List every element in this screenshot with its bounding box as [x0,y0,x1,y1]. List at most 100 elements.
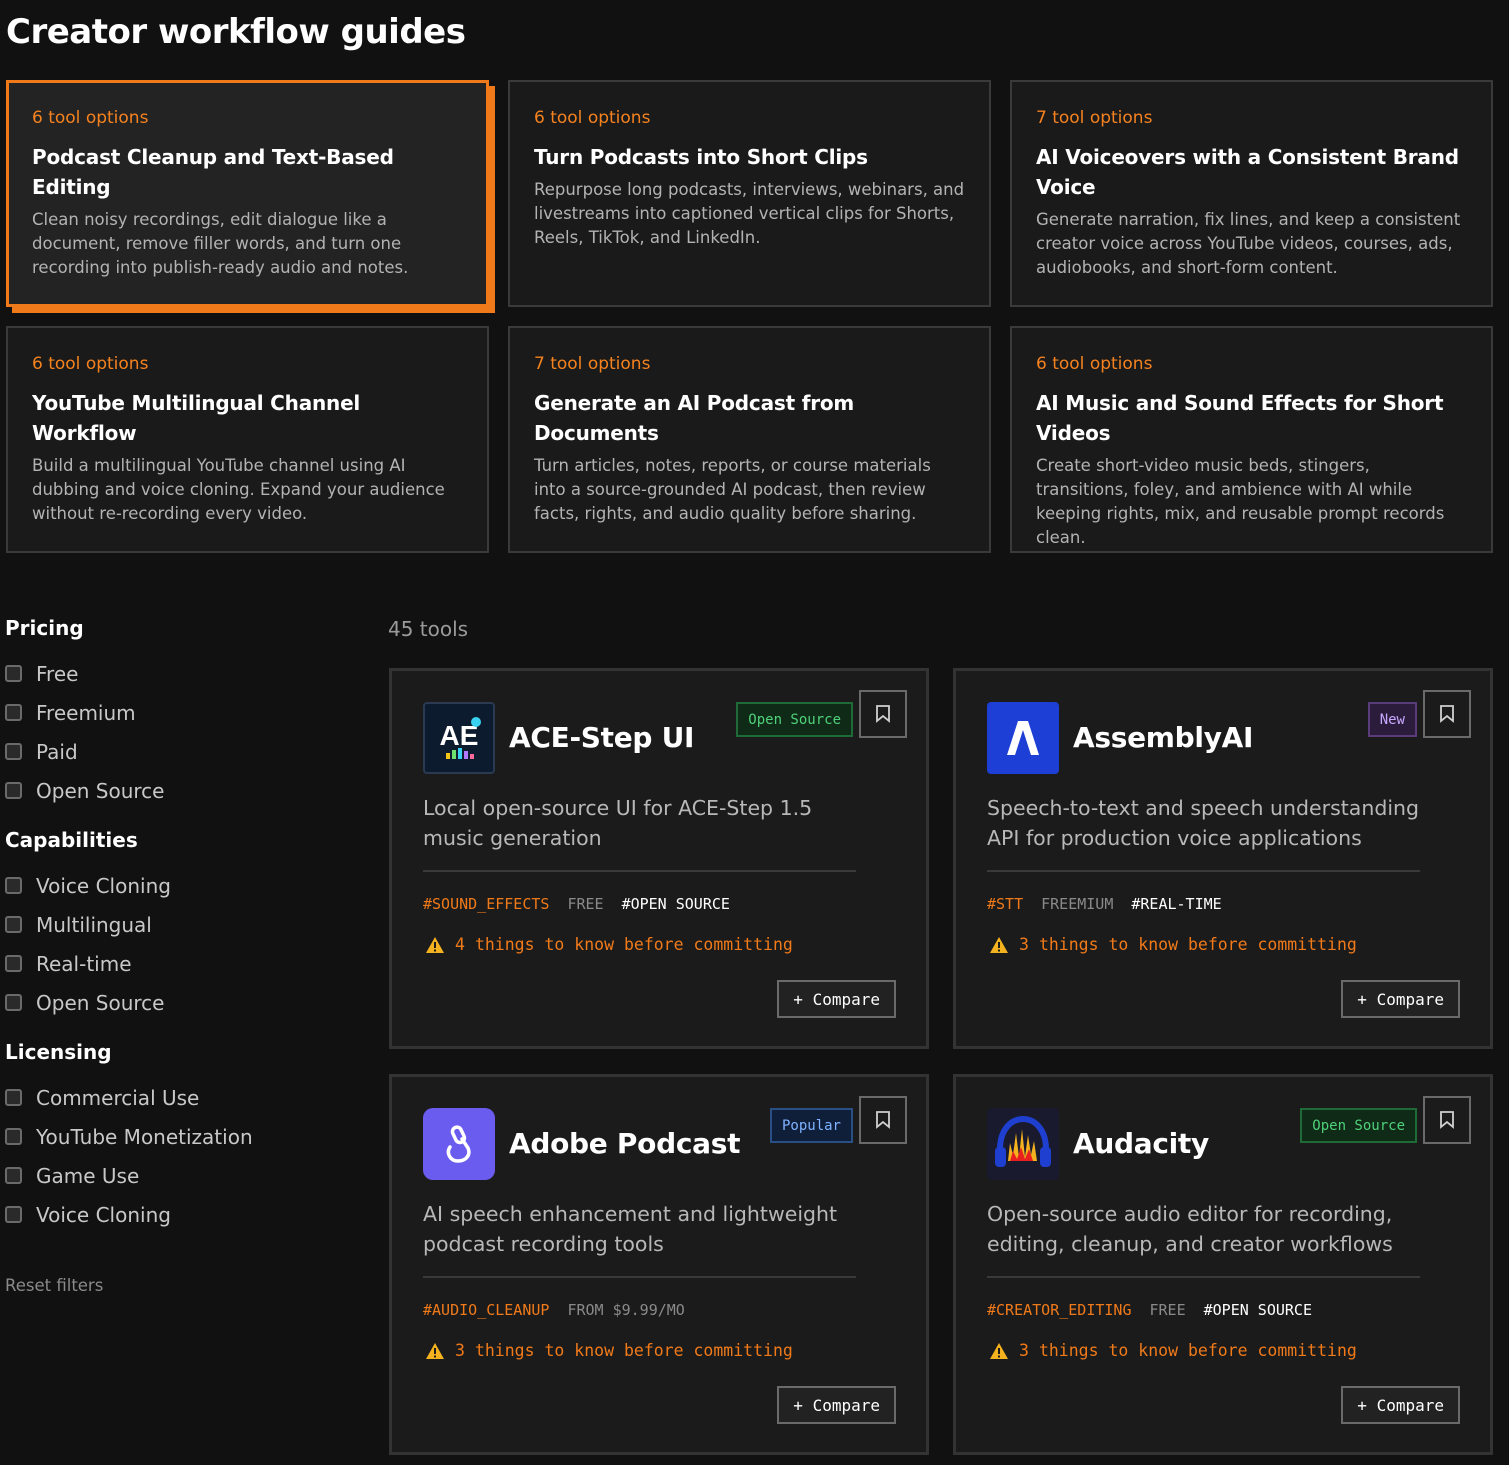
guide-title: YouTube Multilingual Channel Workflow [32,391,361,445]
guide-tool-count: 6 tool options [534,108,651,128]
tag-category[interactable]: #STT [987,895,1023,913]
audacity-logo-icon [987,1108,1059,1180]
compare-button[interactable]: + Compare [777,1386,896,1424]
bookmark-button[interactable] [1423,1096,1471,1144]
bookmark-icon [1440,1111,1454,1129]
filter-label: Open Source [36,778,165,803]
warning-count: 3 [455,1341,465,1360]
filter-option-free[interactable]: Free [5,654,365,693]
filter-option-commercial-use[interactable]: Commercial Use [5,1078,365,1117]
warning-icon [426,1342,444,1359]
reset-filters-link[interactable]: Reset filters [5,1276,103,1295]
checkbox[interactable] [5,665,22,682]
warning-link[interactable]: 3 things to know before committing [989,935,1357,954]
bookmark-icon [1440,705,1454,723]
guide-tool-count: 6 tool options [32,354,149,374]
checkbox[interactable] [5,994,22,1011]
guide-description: Turn articles, notes, reports, or course… [534,456,931,523]
compare-button[interactable]: + Compare [1341,1386,1460,1424]
filter-option-real-time[interactable]: Real-time [5,944,365,983]
divider [987,1276,1420,1278]
tag-category[interactable]: #CREATOR_EDITING [987,1301,1132,1319]
filter-option-paid[interactable]: Paid [5,732,365,771]
checkbox[interactable] [5,743,22,760]
warning-link[interactable]: 3 things to know before committing [425,1341,793,1360]
tool-card-audacity[interactable]: Audacity Open Source Open-source audio e… [953,1074,1493,1455]
tag-feature[interactable]: #REAL-TIME [1131,895,1221,913]
guide-card-ai-music-sfx[interactable]: 6 tool options AI Music and Sound Effect… [1010,326,1493,553]
checkbox[interactable] [5,955,22,972]
guide-card-youtube-multilingual[interactable]: 6 tool options YouTube Multilingual Chan… [6,326,489,553]
guide-card-ai-podcast-documents[interactable]: 7 tool options Generate an AI Podcast fr… [508,326,991,553]
filter-label: Real-time [36,951,132,976]
tool-card-adobe-podcast[interactable]: Adobe Podcast Popular AI speech enhancem… [389,1074,929,1455]
tool-card-ace-step[interactable]: AE ACE-Step UI Open Source Local open-so… [389,668,929,1049]
assemblyai-logo-icon [987,702,1059,774]
adobe-podcast-logo-icon [446,1125,471,1163]
tag-feature[interactable]: #OPEN SOURCE [622,895,730,913]
warning-text: things to know before committing [474,1341,793,1360]
bookmark-button[interactable] [1423,690,1471,738]
filter-option-open-source[interactable]: Open Source [5,771,365,810]
filter-option-voice-cloning[interactable]: Voice Cloning [5,866,365,905]
filter-option-game-use[interactable]: Game Use [5,1156,365,1195]
bookmark-button[interactable] [859,1096,907,1144]
tag-price: FREE [567,895,604,913]
filter-group-pricing: Pricing Free Freemium Paid Open Source [5,616,365,810]
page-title: Creator workflow guides [6,12,466,52]
compare-button[interactable]: + Compare [777,980,896,1018]
tag-feature[interactable]: #OPEN SOURCE [1204,1301,1312,1319]
open-source-badge: Open Source [736,702,853,737]
divider [423,870,856,872]
filter-heading: Capabilities [5,828,138,852]
warning-icon [990,1342,1008,1359]
filter-option-youtube-monetization[interactable]: YouTube Monetization [5,1117,365,1156]
checkbox[interactable] [5,1206,22,1223]
warning-icon [426,936,444,953]
guide-title: Turn Podcasts into Short Clips [534,145,868,169]
warning-count: 3 [1019,935,1029,954]
tools-grid: AE ACE-Step UI Open Source Local open-so… [389,668,1493,1455]
filter-heading: Licensing [5,1040,112,1064]
checkbox[interactable] [5,1167,22,1184]
filter-label: Open Source [36,990,165,1015]
tool-description: Speech-to-text and speech understanding … [987,796,1420,850]
guide-tool-count: 6 tool options [1036,354,1153,374]
filter-label: Commercial Use [36,1085,200,1110]
tag-price: FROM $9.99/MO [567,1301,685,1319]
compare-button[interactable]: + Compare [1341,980,1460,1018]
filter-option-freemium[interactable]: Freemium [5,693,365,732]
guide-card-short-clips[interactable]: 6 tool options Turn Podcasts into Short … [508,80,991,307]
guide-description: Generate narration, fix lines, and keep … [1036,210,1461,277]
checkbox[interactable] [5,916,22,933]
tool-card-assemblyai[interactable]: AssemblyAI New Speech-to-text and speech… [953,668,1493,1049]
filter-option-open-source-cap[interactable]: Open Source [5,983,365,1022]
guide-description: Build a multilingual YouTube channel usi… [32,456,445,523]
popular-badge: Popular [769,1108,853,1143]
bookmark-button[interactable] [859,690,907,738]
guide-tool-count: 7 tool options [534,354,651,374]
tool-tags: #STT FREEMIUM #REAL-TIME [987,895,1222,913]
warning-link[interactable]: 4 things to know before committing [425,935,793,954]
warning-link[interactable]: 3 things to know before committing [989,1341,1357,1360]
tag-category[interactable]: #SOUND_EFFECTS [423,895,549,913]
tool-name[interactable]: Adobe Podcast [509,1127,740,1160]
tag-category[interactable]: #AUDIO_CLEANUP [423,1301,549,1319]
guide-card-ai-voiceovers[interactable]: 7 tool options AI Voiceovers with a Cons… [1010,80,1493,307]
checkbox[interactable] [5,877,22,894]
guide-title: AI Voiceovers with a Consistent Brand Vo… [1036,145,1459,199]
checkbox[interactable] [5,782,22,799]
warning-text: things to know before committing [1038,1341,1357,1360]
filter-label: YouTube Monetization [36,1124,253,1149]
tool-name[interactable]: AssemblyAI [1073,721,1253,754]
checkbox[interactable] [5,1128,22,1145]
tool-name[interactable]: Audacity [1073,1127,1209,1160]
tools-count: 45 tools [388,617,469,641]
guide-card-podcast-cleanup[interactable]: 6 tool options Podcast Cleanup and Text-… [6,80,489,307]
tool-name[interactable]: ACE-Step UI [509,721,694,754]
checkbox[interactable] [5,704,22,721]
filter-option-voice-cloning-lic[interactable]: Voice Cloning [5,1195,365,1234]
filter-option-multilingual[interactable]: Multilingual [5,905,365,944]
checkbox[interactable] [5,1089,22,1106]
guide-title: AI Music and Sound Effects for Short Vid… [1036,391,1444,445]
